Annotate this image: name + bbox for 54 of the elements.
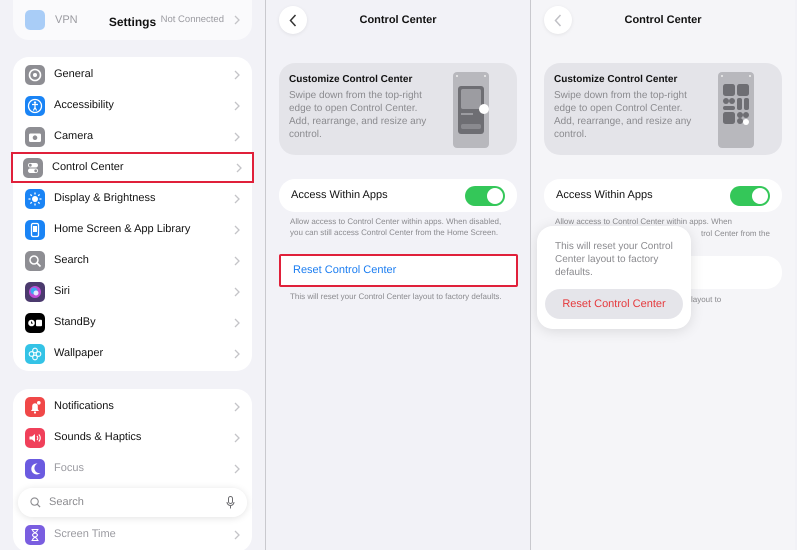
back-chevron-icon: [554, 14, 562, 26]
screen-title: Control Center: [624, 12, 702, 28]
chevron-right-icon: [234, 530, 240, 540]
screen-title: Settings: [108, 14, 156, 31]
settings-row[interactable]: Home Screen & App Library: [13, 214, 252, 245]
chevron-right-icon: [234, 15, 240, 25]
settings-row[interactable]: Wallpaper: [13, 338, 252, 369]
toggle-switch[interactable]: [465, 186, 505, 206]
settings-row[interactable]: Sounds & Haptics: [13, 422, 252, 453]
vpn-icon: [25, 10, 45, 30]
chevron-right-icon: [234, 318, 240, 328]
popover-message: This will reset your Control Center layout to factory defaults.: [554, 240, 674, 280]
chevron-right-icon: [234, 194, 240, 204]
settings-row[interactable]: Display & Brightness: [13, 183, 252, 214]
chevron-right-icon: [234, 132, 240, 142]
footer-text: trol Center from the: [701, 228, 771, 240]
settings-row[interactable]: General: [13, 59, 252, 90]
settings-row[interactable]: Accessibility: [13, 90, 252, 121]
row-value: Not Connected: [160, 12, 224, 27]
settings-row[interactable]: Siri: [13, 276, 252, 307]
row-label: Access Within Apps: [291, 188, 389, 204]
toggle-switch[interactable]: [730, 186, 770, 206]
card-description: Swipe down from the top-right edge to open Control Center. Add, rearrange, and resize any control.: [554, 89, 692, 141]
search-icon: [30, 497, 41, 508]
card-description: Swipe down from the top-right edge to open Control Center. Add, rearrange, and resize any control.: [289, 89, 428, 141]
chevron-right-icon: [236, 162, 242, 172]
chevron-right-icon: [234, 464, 240, 474]
footer-text: Allow access to Control Center within apps. When: [555, 217, 733, 228]
footer-text: Allow access to Control Center within apps. When disabled, you can still access Control Center from the Home Screen.: [290, 217, 502, 239]
settings-row[interactable]: Camera: [13, 121, 252, 152]
footer-text: This will reset your Control Center layout to factory defaults.: [290, 292, 503, 302]
microphone-icon[interactable]: [226, 496, 235, 509]
card-title: Customize Control Center: [289, 73, 414, 87]
card-title: Customize Control Center: [554, 73, 678, 87]
chevron-right-icon: [234, 256, 240, 266]
reset-button[interactable]: Reset Control Center: [279, 254, 518, 287]
screen-title: Control Center: [360, 12, 436, 28]
settings-row[interactable]: Search: [13, 245, 252, 276]
chevron-right-icon: [234, 432, 240, 442]
chevron-right-icon: [234, 70, 240, 80]
settings-row[interactable]: Control Center: [11, 152, 254, 183]
row-label: VPN: [55, 12, 78, 28]
search-field[interactable]: Search: [47, 493, 220, 512]
settings-row[interactable]: StandBy: [13, 307, 252, 338]
chevron-right-icon: [234, 224, 240, 234]
chevron-right-icon: [234, 348, 240, 358]
settings-row[interactable]: Notifications: [13, 391, 252, 422]
back-chevron-icon: [289, 14, 297, 26]
chevron-right-icon: [234, 100, 240, 110]
row-label: Access Within Apps: [556, 188, 654, 204]
chevron-right-icon: [234, 402, 240, 412]
back-button[interactable]: [279, 6, 307, 34]
footer-text: layout to: [691, 294, 722, 306]
chevron-right-icon: [234, 286, 240, 296]
